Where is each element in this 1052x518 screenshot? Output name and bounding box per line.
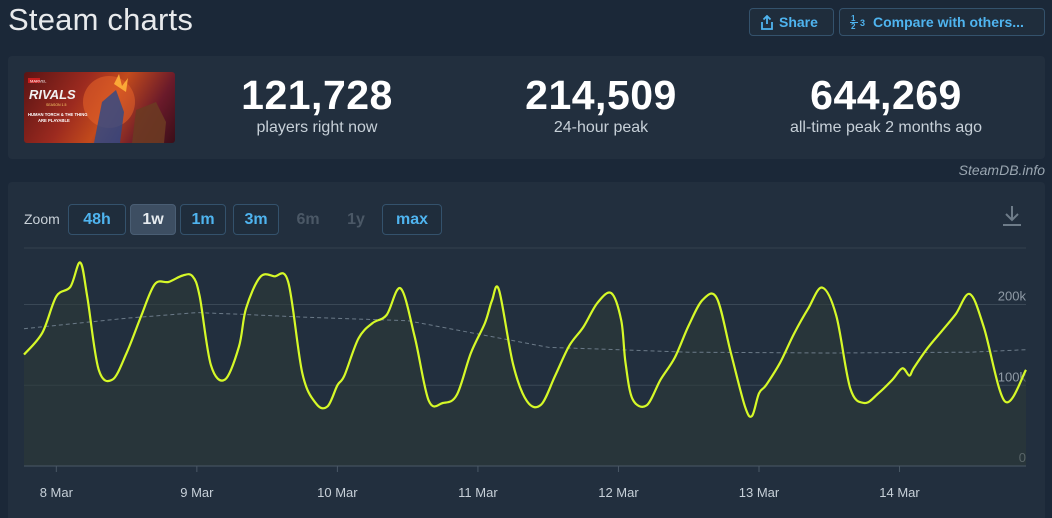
steamdb-credit-link[interactable]: SteamDB.info bbox=[959, 162, 1045, 178]
x-tick-label: 9 Mar bbox=[180, 485, 214, 500]
stat-current-players: 121,728 players right now bbox=[187, 74, 447, 137]
fraction-icon: 12 3 bbox=[850, 14, 865, 30]
svg-text:HUMAN TORCH & THE THING: HUMAN TORCH & THE THING bbox=[28, 112, 87, 117]
stat-label: 24-hour peak bbox=[553, 119, 649, 136]
stat-label: all-time peak 2 months ago bbox=[789, 119, 983, 136]
x-tick-label: 11 Mar bbox=[458, 485, 498, 500]
player-chart-panel: Zoom 48h 1w 1m 3m 6m 1y max 0100k200k8 M… bbox=[8, 182, 1045, 518]
share-button[interactable]: Share bbox=[749, 8, 834, 36]
stats-panel: MARVEL RIVALS SEASON 1.5 HUMAN TORCH & T… bbox=[8, 56, 1045, 159]
stat-all-time-peak: 644,269 all-time peak 2 months ago bbox=[756, 74, 1016, 137]
x-tick-label: 8 Mar bbox=[40, 485, 74, 500]
compare-label: Compare with others... bbox=[873, 14, 1024, 30]
x-tick-label: 14 Mar bbox=[879, 485, 920, 500]
stat-value: 214,509 bbox=[525, 72, 677, 118]
svg-text:ARE PLAYABLE: ARE PLAYABLE bbox=[38, 118, 70, 123]
share-icon bbox=[761, 14, 773, 30]
svg-text:MARVEL: MARVEL bbox=[30, 79, 47, 84]
players-area-fill bbox=[24, 262, 1026, 466]
page-title: Steam charts bbox=[8, 2, 194, 37]
game-artwork: MARVEL RIVALS SEASON 1.5 HUMAN TORCH & T… bbox=[28, 74, 166, 143]
svg-text:2: 2 bbox=[851, 22, 856, 30]
stat-value: 644,269 bbox=[810, 72, 962, 118]
stat-label: players right now bbox=[256, 119, 378, 136]
banner-season: SEASON 1.5 bbox=[46, 103, 66, 107]
game-banner-image[interactable]: MARVEL RIVALS SEASON 1.5 HUMAN TORCH & T… bbox=[24, 72, 175, 143]
compare-button[interactable]: 123 Compare with others... bbox=[839, 8, 1045, 36]
banner-logo: RIVALS bbox=[29, 87, 76, 102]
players-line-chart: 0100k200k8 Mar9 Mar10 Mar11 Mar12 Mar13 … bbox=[23, 247, 1027, 500]
share-label: Share bbox=[779, 14, 818, 30]
stat-value: 121,728 bbox=[241, 72, 393, 118]
y-tick-label: 200k bbox=[998, 289, 1027, 304]
x-tick-label: 12 Mar bbox=[598, 485, 639, 500]
x-tick-label: 10 Mar bbox=[317, 485, 358, 500]
stat-24h-peak: 214,509 24-hour peak bbox=[471, 74, 731, 137]
svg-text:3: 3 bbox=[860, 18, 865, 28]
x-tick-label: 13 Mar bbox=[739, 485, 780, 500]
